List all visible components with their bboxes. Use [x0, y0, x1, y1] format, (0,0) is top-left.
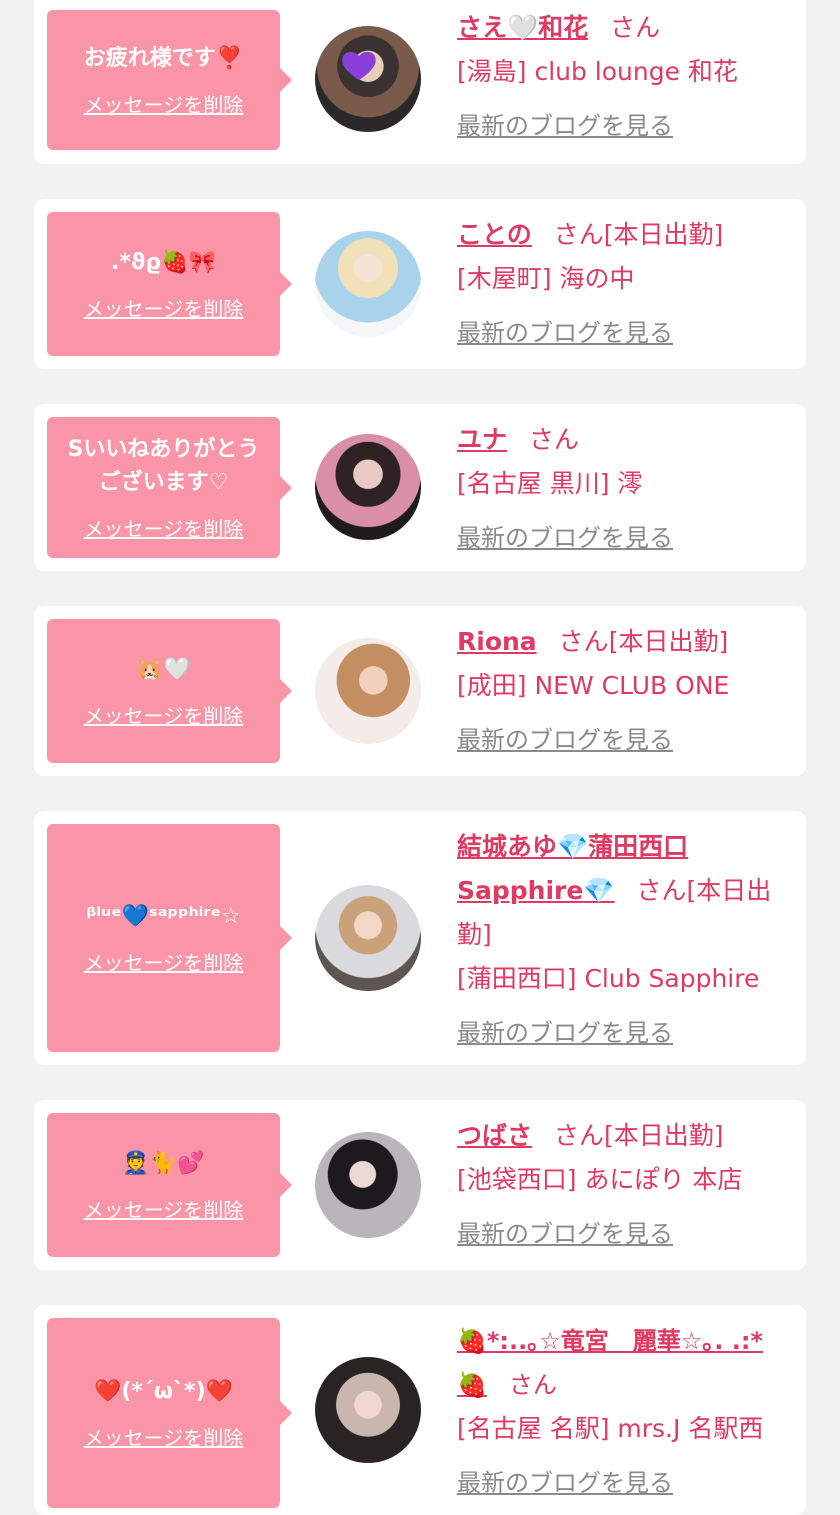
- cast-info: ユナ さん [名古屋 黒川] 澪 最新のブログを見る: [457, 418, 788, 553]
- cast-name-link[interactable]: ことの: [457, 220, 532, 249]
- honorific: さん: [529, 425, 580, 454]
- cast-name-link[interactable]: つばさ: [457, 1121, 532, 1150]
- avatar[interactable]: [315, 638, 421, 744]
- gem-icon: 💎: [557, 832, 589, 861]
- avatar[interactable]: [315, 885, 421, 991]
- honorific: さん: [558, 627, 609, 656]
- honorific: さん: [508, 1371, 557, 1399]
- latest-blog-link[interactable]: 最新のブログを見る: [457, 1013, 673, 1048]
- gem-icon: 💎: [583, 876, 615, 905]
- cast-name-line: 結城あゆ💎蒲田西口 Sapphire💎 さん[本日出勤]: [457, 825, 788, 957]
- message-card: ᵝˡᵘᵉ💙ˢᵃᵖᵖʰⁱʳᵉ☆ メッセージを削除 結城あゆ💎蒲田西口 Sapphir…: [34, 811, 806, 1065]
- message-bubble: ᵝˡᵘᵉ💙ˢᵃᵖᵖʰⁱʳᵉ☆ メッセージを削除: [47, 824, 292, 1052]
- cast-info: ことの さん[本日出勤] [木屋町] 海の中 最新のブログを見る: [457, 213, 788, 348]
- latest-blog-link[interactable]: 最新のブログを見る: [457, 106, 673, 141]
- shop-name: [蒲田西口] Club Sapphire: [457, 964, 760, 993]
- message-text: ᵝˡᵘᵉ💙ˢᵃᵖᵖʰⁱʳᵉ☆: [86, 904, 241, 929]
- message-text: 🐹🤍: [136, 657, 191, 682]
- delete-message-button[interactable]: メッセージを削除: [84, 700, 244, 729]
- attendance-status: [本日出勤]: [608, 627, 729, 656]
- cast-info: つばさ さん[本日出勤] [池袋西口] あにぽり 本店 最新のブログを見る: [457, 1114, 788, 1249]
- shop-name: [名古屋 黒川] 澪: [457, 469, 643, 498]
- delete-message-button[interactable]: メッセージを削除: [84, 293, 244, 322]
- message-card: ❤️(*´ω`*)❤️ メッセージを削除 🍓*:..｡☆竜宮 麗華☆｡. .:*…: [34, 1305, 806, 1515]
- honorific: さん: [554, 1121, 605, 1150]
- message-text: .*ϑϱ🍓🎀: [111, 250, 216, 275]
- avatar[interactable]: [315, 1357, 421, 1463]
- message-text: ❤️(*´ω`*)❤️: [93, 1379, 234, 1404]
- shop-name: [木屋町] 海の中: [457, 264, 635, 293]
- purple-heart-icon: [342, 51, 376, 80]
- avatar[interactable]: [315, 231, 421, 337]
- message-card: 👮🐈💕 メッセージを削除 つばさ さん[本日出勤] [池袋西口] あにぽり 本店 …: [34, 1100, 806, 1270]
- message-bubble: .*ϑϱ🍓🎀 メッセージを削除: [47, 212, 292, 356]
- message-text: Sいいねありがとうございます♡: [67, 437, 260, 495]
- delete-message-button[interactable]: メッセージを削除: [84, 1422, 244, 1451]
- message-text: お疲れ様です❣️: [83, 46, 244, 71]
- cast-name-line: ことの さん[本日出勤]: [457, 213, 788, 257]
- latest-blog-link[interactable]: 最新のブログを見る: [457, 313, 673, 348]
- shop-name: [名古屋 名駅] mrs.J 名駅西: [457, 1414, 764, 1443]
- message-bubble: ❤️(*´ω`*)❤️ メッセージを削除: [47, 1318, 292, 1508]
- message-text: 👮🐈💕: [122, 1151, 205, 1176]
- honorific: さん: [610, 13, 661, 42]
- delete-message-button[interactable]: メッセージを削除: [84, 1194, 244, 1223]
- shop-name: [池袋西口] あにぽり 本店: [457, 1165, 743, 1194]
- message-card: .*ϑϱ🍓🎀 メッセージを削除 ことの さん[本日出勤] [木屋町] 海の中 最新…: [34, 199, 806, 369]
- cast-info: Riona さん[本日出勤] [成田] NEW CLUB ONE 最新のブログを見…: [457, 620, 788, 755]
- message-bubble: お疲れ様です❣️ メッセージを削除: [47, 10, 292, 150]
- cast-name-link[interactable]: Riona: [457, 627, 537, 656]
- latest-blog-link[interactable]: 最新のブログを見る: [457, 1214, 673, 1249]
- avatar[interactable]: [315, 26, 421, 132]
- cast-info: 🍓*:..｡☆竜宮 麗華☆｡. .:* 🍓 さん [名古屋 名駅] mrs.J 名駅…: [457, 1319, 788, 1498]
- attendance-status: [本日出勤]: [604, 1121, 724, 1150]
- shop-name: [湯島] club lounge 和花: [457, 57, 738, 86]
- delete-message-button[interactable]: メッセージを削除: [84, 513, 244, 542]
- cast-name-line: ユナ さん: [457, 418, 788, 462]
- cast-name-line: 🍓*:..｡☆竜宮 麗華☆｡. .:* 🍓 さん: [457, 1319, 788, 1407]
- avatar[interactable]: [315, 1132, 421, 1238]
- message-card: 🐹🤍 メッセージを削除 Riona さん[本日出勤] [成田] NEW CLUB …: [34, 606, 806, 776]
- message-bubble: Sいいねありがとうございます♡ メッセージを削除: [47, 417, 292, 558]
- latest-blog-link[interactable]: 最新のブログを見る: [457, 1463, 673, 1498]
- delete-message-button[interactable]: メッセージを削除: [84, 947, 244, 976]
- message-bubble: 🐹🤍 メッセージを削除: [47, 619, 292, 763]
- strawberry-icon: 🍓: [457, 1371, 487, 1399]
- cast-name-link[interactable]: さえ🤍和花: [457, 13, 588, 42]
- cast-name-line: さえ🤍和花 さん: [457, 6, 788, 50]
- honorific: さん: [636, 876, 687, 905]
- delete-message-button[interactable]: メッセージを削除: [84, 89, 244, 118]
- message-card: Sいいねありがとうございます♡ メッセージを削除 ユナ さん [名古屋 黒川] 澪…: [34, 404, 806, 571]
- shop-name: [成田] NEW CLUB ONE: [457, 671, 730, 700]
- cast-name-line: Riona さん[本日出勤]: [457, 620, 788, 664]
- cast-name-line: つばさ さん[本日出勤]: [457, 1114, 788, 1158]
- latest-blog-link[interactable]: 最新のブログを見る: [457, 720, 673, 755]
- attendance-status: [本日出勤]: [603, 220, 724, 249]
- message-card: お疲れ様です❣️ メッセージを削除 さえ🤍和花 さん [湯島] club loun…: [34, 0, 806, 164]
- latest-blog-link[interactable]: 最新のブログを見る: [457, 518, 673, 553]
- avatar[interactable]: [315, 434, 421, 540]
- cast-info: さえ🤍和花 さん [湯島] club lounge 和花 最新のブログを見る: [457, 6, 788, 141]
- cast-info: 結城あゆ💎蒲田西口 Sapphire💎 さん[本日出勤] [蒲田西口] Club S…: [457, 825, 788, 1048]
- message-bubble: 👮🐈💕 メッセージを削除: [47, 1113, 292, 1257]
- white-heart-icon: 🤍: [507, 13, 539, 42]
- cast-name-link[interactable]: ユナ: [457, 425, 507, 454]
- honorific: さん: [553, 220, 604, 249]
- cast-name-link[interactable]: 🍓*:..｡☆竜宮 麗華☆｡. .:* 🍓: [457, 1327, 763, 1399]
